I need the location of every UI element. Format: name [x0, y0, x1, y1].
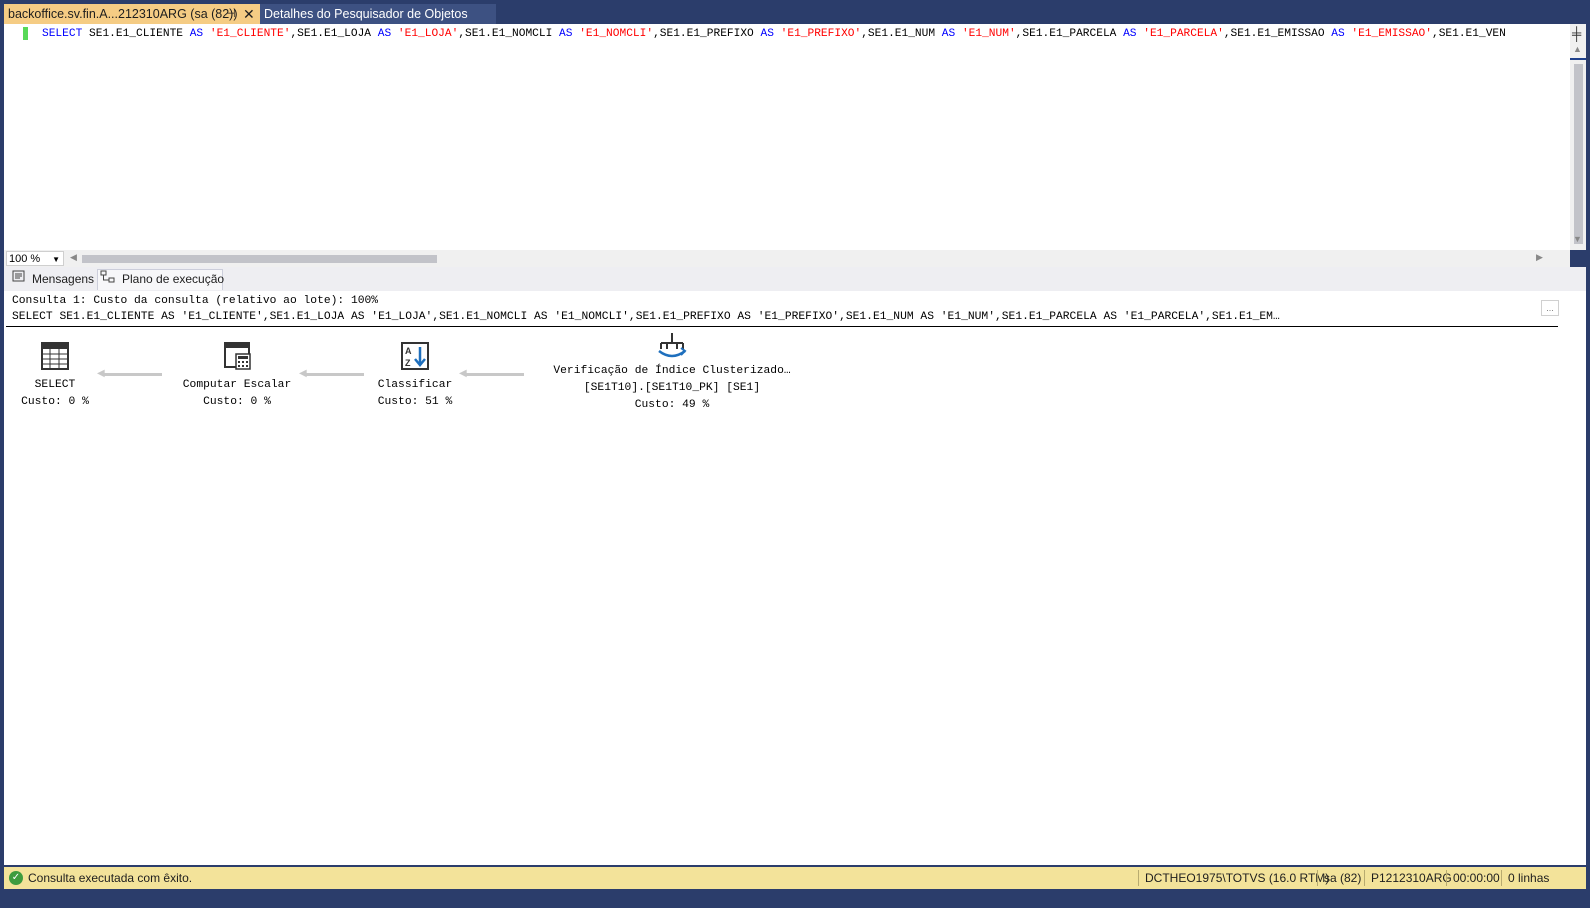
sql-keyword: AS	[559, 28, 573, 40]
plan-operator-scan-name: Verificação de Índice Clusterizado…	[553, 365, 791, 377]
zoom-value: 100 %	[9, 253, 41, 265]
scroll-down-icon[interactable]: ▼	[1573, 234, 1582, 244]
status-elapsed: 00:00:00	[1453, 871, 1500, 885]
sql-string-literal: 'E1_NOMCLI'	[579, 28, 654, 40]
scroll-left-icon[interactable]: ◀	[70, 252, 77, 263]
sort-icon: A Z	[401, 342, 429, 370]
status-rows: 0 linhas	[1508, 871, 1550, 885]
sql-identifier: ,SE1.E1_NOMCLI	[458, 28, 560, 40]
status-separator	[1317, 870, 1318, 886]
plan-operator-compute-scalar-name: Computar Escalar	[182, 379, 292, 391]
plan-divider	[6, 326, 1558, 327]
scroll-up-icon[interactable]: ▲	[1573, 44, 1582, 54]
status-separator	[1138, 870, 1139, 886]
sql-identifier: ,SE1.E1_EMISSAO	[1223, 28, 1332, 40]
plan-operator-compute-scalar-cost: Custo: 0 %	[203, 396, 271, 408]
sql-identifier: ,SE1.E1_LOJA	[290, 28, 378, 40]
status-separator	[1446, 870, 1447, 886]
sql-keyword: AS	[189, 28, 204, 40]
plan-query-cost: Consulta 1: Custo da consulta (relativo …	[12, 295, 379, 307]
chevron-down-icon: ▼	[52, 255, 60, 264]
sql-keyword: AS	[1123, 28, 1137, 40]
tab-query-editor-label: backoffice.sv.fin.A...212310ARG (sa (82)…	[8, 7, 238, 21]
plan-flow-arrow: ◀	[459, 369, 524, 379]
status-server: DCTHEO1975\TOTVS (16.0 RTM)	[1145, 871, 1330, 885]
execution-plan-icon	[100, 270, 116, 291]
sql-identifier: SE1.E1_CLIENTE	[82, 28, 190, 40]
editor-horizontal-bar: 100 % ▼ ◀ ▶	[4, 250, 1570, 267]
compute-scalar-icon	[224, 342, 251, 370]
plan-flow-arrow: ◀	[97, 369, 162, 379]
sql-keyword: SELECT	[42, 28, 83, 40]
sql-identifier	[955, 28, 962, 40]
tab-object-explorer-details[interactable]: Detalhes do Pesquisador de Objetos	[260, 4, 496, 24]
sql-identifier	[203, 28, 210, 40]
clustered-index-scan-icon	[658, 333, 687, 358]
tab-messages[interactable]: Mensagens	[10, 269, 94, 290]
status-database: P1212310ARG	[1371, 871, 1452, 885]
tab-execution-plan[interactable]: Plano de execução	[97, 269, 225, 291]
sql-keyword: AS	[941, 28, 956, 40]
sql-keyword: AS	[377, 28, 392, 40]
plan-operator-sort-name: Classificar	[377, 379, 453, 391]
plan-operator-sort-cost: Custo: 51 %	[377, 396, 453, 408]
sql-identifier: ,SE1.E1_NUM	[861, 28, 942, 40]
sql-identifier: ,SE1.E1_PARCELA	[1015, 28, 1124, 40]
close-icon[interactable]: ✕	[243, 4, 255, 24]
tab-execution-plan-label: Plano de execução	[122, 272, 225, 286]
tab-query-editor[interactable]: backoffice.sv.fin.A...212310ARG (sa (82)…	[4, 4, 260, 24]
sql-string-literal: 'E1_CLIENTE'	[209, 28, 291, 40]
horizontal-scroll-thumb[interactable]	[82, 255, 437, 263]
plan-query-text: SELECT SE1.E1_CLIENTE AS 'E1_CLIENTE',SE…	[12, 311, 1280, 323]
editor-vertical-scrollbar[interactable]: ╪ ▲ ▼	[1570, 24, 1586, 250]
sql-string-literal: 'E1_PREFIXO'	[780, 28, 862, 40]
plan-flow-arrow: ◀	[299, 369, 364, 379]
sql-identifier	[774, 28, 781, 40]
sql-string-literal: 'E1_EMISSAO'	[1351, 28, 1432, 40]
status-separator	[1364, 870, 1365, 886]
results-tab-strip: Mensagens Plano de execução	[4, 267, 1586, 291]
plan-more-button[interactable]: ...	[1541, 300, 1559, 316]
sql-identifier: ,SE1.E1_VEN	[1431, 28, 1506, 40]
plan-operator-select[interactable]: SELECT Custo: 0 %	[10, 341, 100, 411]
sql-identifier	[391, 28, 398, 40]
sql-keyword: AS	[1331, 28, 1345, 40]
status-message: Consulta executada com êxito.	[28, 871, 193, 885]
plan-operator-select-name: SELECT	[34, 379, 76, 391]
scroll-right-icon[interactable]: ▶	[1536, 252, 1543, 263]
sql-text-line[interactable]: SELECT SE1.E1_CLIENTE AS 'E1_CLIENTE',SE…	[42, 28, 1552, 40]
plan-operator-select-cost: Custo: 0 %	[21, 396, 89, 408]
window-bottom-edge	[0, 889, 1590, 908]
plan-operator-compute-scalar[interactable]: Computar Escalar Custo: 0 %	[162, 341, 312, 411]
sql-string-literal: 'E1_PARCELA'	[1143, 28, 1224, 40]
sql-keyword: AS	[760, 28, 774, 40]
change-tracking-marker	[23, 27, 28, 40]
plan-operator-sort[interactable]: A Z Classificar Custo: 51 %	[360, 341, 470, 411]
plan-query-header: Consulta 1: Custo da consulta (relativo …	[12, 293, 1532, 325]
plan-operator-clustered-index-scan[interactable]: Verificação de Índice Clusterizado… [SE1…	[524, 331, 820, 414]
pin-icon[interactable]: ⊣	[226, 4, 236, 24]
svg-text:A: A	[405, 346, 412, 356]
messages-icon	[12, 269, 26, 290]
success-check-icon: ✓	[9, 871, 23, 885]
status-user: sa (82)	[1324, 871, 1362, 885]
plan-operator-scan-object: [SE1T10].[SE1T10_PK] [SE1]	[583, 382, 761, 394]
status-separator	[1501, 870, 1502, 886]
query-editor[interactable]: SELECT SE1.E1_CLIENTE AS 'E1_CLIENTE',SE…	[4, 24, 1586, 250]
zoom-select[interactable]: 100 % ▼	[6, 251, 64, 266]
select-result-icon	[41, 342, 69, 370]
split-editor-icon[interactable]: ╪	[1572, 26, 1581, 41]
document-tab-strip: backoffice.sv.fin.A...212310ARG (sa (82)…	[0, 0, 1590, 24]
vertical-scroll-thumb[interactable]	[1574, 64, 1583, 244]
tab-object-explorer-details-label: Detalhes do Pesquisador de Objetos	[264, 7, 468, 21]
sql-string-literal: 'E1_NUM'	[961, 28, 1016, 40]
status-bar: ✓ Consulta executada com êxito. DCTHEO19…	[4, 867, 1586, 889]
tab-messages-label: Mensagens	[32, 272, 95, 286]
sql-string-literal: 'E1_LOJA'	[397, 28, 459, 40]
execution-plan-pane[interactable]: Consulta 1: Custo da consulta (relativo …	[4, 291, 1586, 865]
scroll-position-marker	[1570, 58, 1586, 60]
svg-text:Z: Z	[405, 358, 411, 368]
sql-identifier: ,SE1.E1_PREFIXO	[653, 28, 761, 40]
plan-operator-scan-cost: Custo: 49 %	[634, 399, 710, 411]
